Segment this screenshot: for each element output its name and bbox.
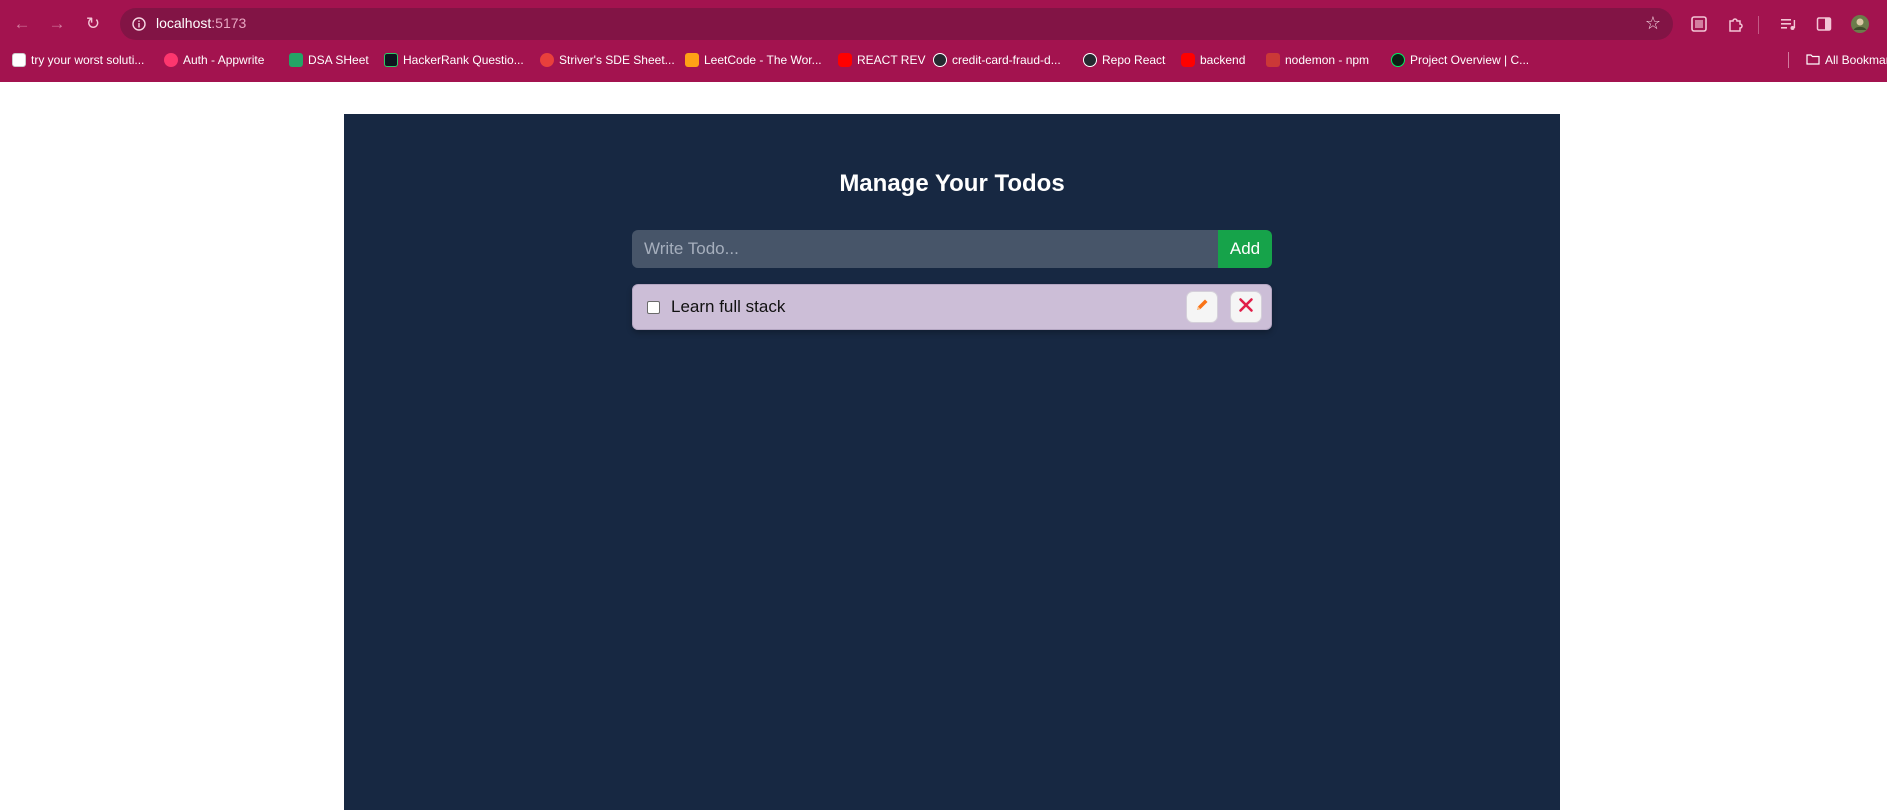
reload-icon[interactable]: ↻ [81,12,105,36]
forward-icon[interactable]: → [45,12,69,36]
bookmark-favicon-icon [12,53,26,67]
folder-icon [1806,53,1820,68]
github-icon [933,53,947,67]
bookmarks-bar: try your worst soluti... Auth - Appwrite… [0,48,1887,72]
bookmark-label: DSA SHeet [308,53,369,67]
bookmark-item[interactable]: try your worst soluti... [12,48,144,72]
bookmark-item[interactable]: backend [1181,48,1245,72]
bookmark-star-icon[interactable]: ☆ [1645,13,1661,34]
bookmark-item[interactable]: nodemon - npm [1266,48,1369,72]
npm-icon [1266,53,1280,67]
todo-text: Learn full stack [671,297,786,316]
toolbar-separator [1758,16,1759,34]
delete-button[interactable] [1230,291,1262,323]
todo-app-container: Manage Your Todos Add Learn full stack [344,114,1560,810]
page-title: Manage Your Todos [839,170,1065,197]
all-bookmarks-label: All Bookmarks [1825,53,1887,67]
browser-toolbar: ← → ↻ localhost:5173 ☆ [0,0,1887,48]
bookmark-label: credit-card-fraud-d... [952,53,1061,67]
leetcode-icon [685,53,699,67]
url-host: localhost [156,15,212,31]
bookmark-item[interactable]: Repo React [1083,48,1165,72]
bookmark-item[interactable]: DSA SHeet [289,48,369,72]
youtube-icon [1181,53,1195,67]
github-icon [1083,53,1097,67]
todo-checkbox[interactable] [647,301,660,314]
appwrite-icon [164,53,178,67]
add-button[interactable]: Add [1218,230,1272,268]
bookmark-item[interactable]: Striver's SDE Sheet... [540,48,675,72]
todo-form: Add [632,230,1272,268]
todo-input[interactable] [632,230,1218,268]
bookmark-item[interactable]: HackerRank Questio... [384,48,524,72]
bookmark-item[interactable]: Project Overview | C... [1391,48,1529,72]
bookmark-item[interactable]: credit-card-fraud-d... [933,48,1061,72]
profile-avatar-icon[interactable] [1849,13,1871,35]
bookmark-label: nodemon - npm [1285,53,1370,67]
puzzle-extensions-icon[interactable] [1725,13,1747,35]
bookmark-label: Repo React [1102,53,1166,67]
all-bookmarks-folder[interactable]: All Bookmarks [1806,48,1887,72]
bookmark-label: try your worst soluti... [31,53,145,67]
youtube-icon [838,53,852,67]
bookmarks-separator [1788,52,1789,68]
bookmark-label: HackerRank Questio... [403,53,524,67]
bookmark-label: REACT REV [857,53,926,67]
bookmark-item[interactable]: REACT REV [838,48,925,72]
todo-item: Learn full stack [632,284,1272,330]
bookmark-label: LeetCode - The Wor... [704,53,822,67]
bookmark-label: Striver's SDE Sheet... [559,53,675,67]
back-icon[interactable]: ← [10,12,34,36]
bookmark-label: backend [1200,53,1246,67]
close-icon [1238,297,1254,318]
hackerrank-icon [384,53,398,67]
bookmark-label: Project Overview | C... [1410,53,1530,67]
sheets-icon [289,53,303,67]
browser-chrome: ← → ↻ localhost:5173 ☆ try your worst so… [0,0,1887,82]
bookmark-item[interactable]: Auth - Appwrite [164,48,264,72]
site-info-icon[interactable] [130,15,148,33]
bookmark-item[interactable]: LeetCode - The Wor... [685,48,822,72]
media-queue-icon[interactable] [1777,13,1799,35]
address-bar[interactable]: localhost:5173 ☆ [120,8,1673,40]
takeuforward-icon [540,53,554,67]
mongodb-icon [1391,53,1405,67]
url-port: :5173 [211,15,247,31]
edit-button[interactable] [1186,291,1218,323]
pencil-icon [1194,297,1210,318]
bookmark-label: Auth - Appwrite [183,53,265,67]
url-text[interactable]: localhost:5173 [156,15,246,31]
extension-icon[interactable] [1688,13,1710,35]
side-panel-icon[interactable] [1813,13,1835,35]
